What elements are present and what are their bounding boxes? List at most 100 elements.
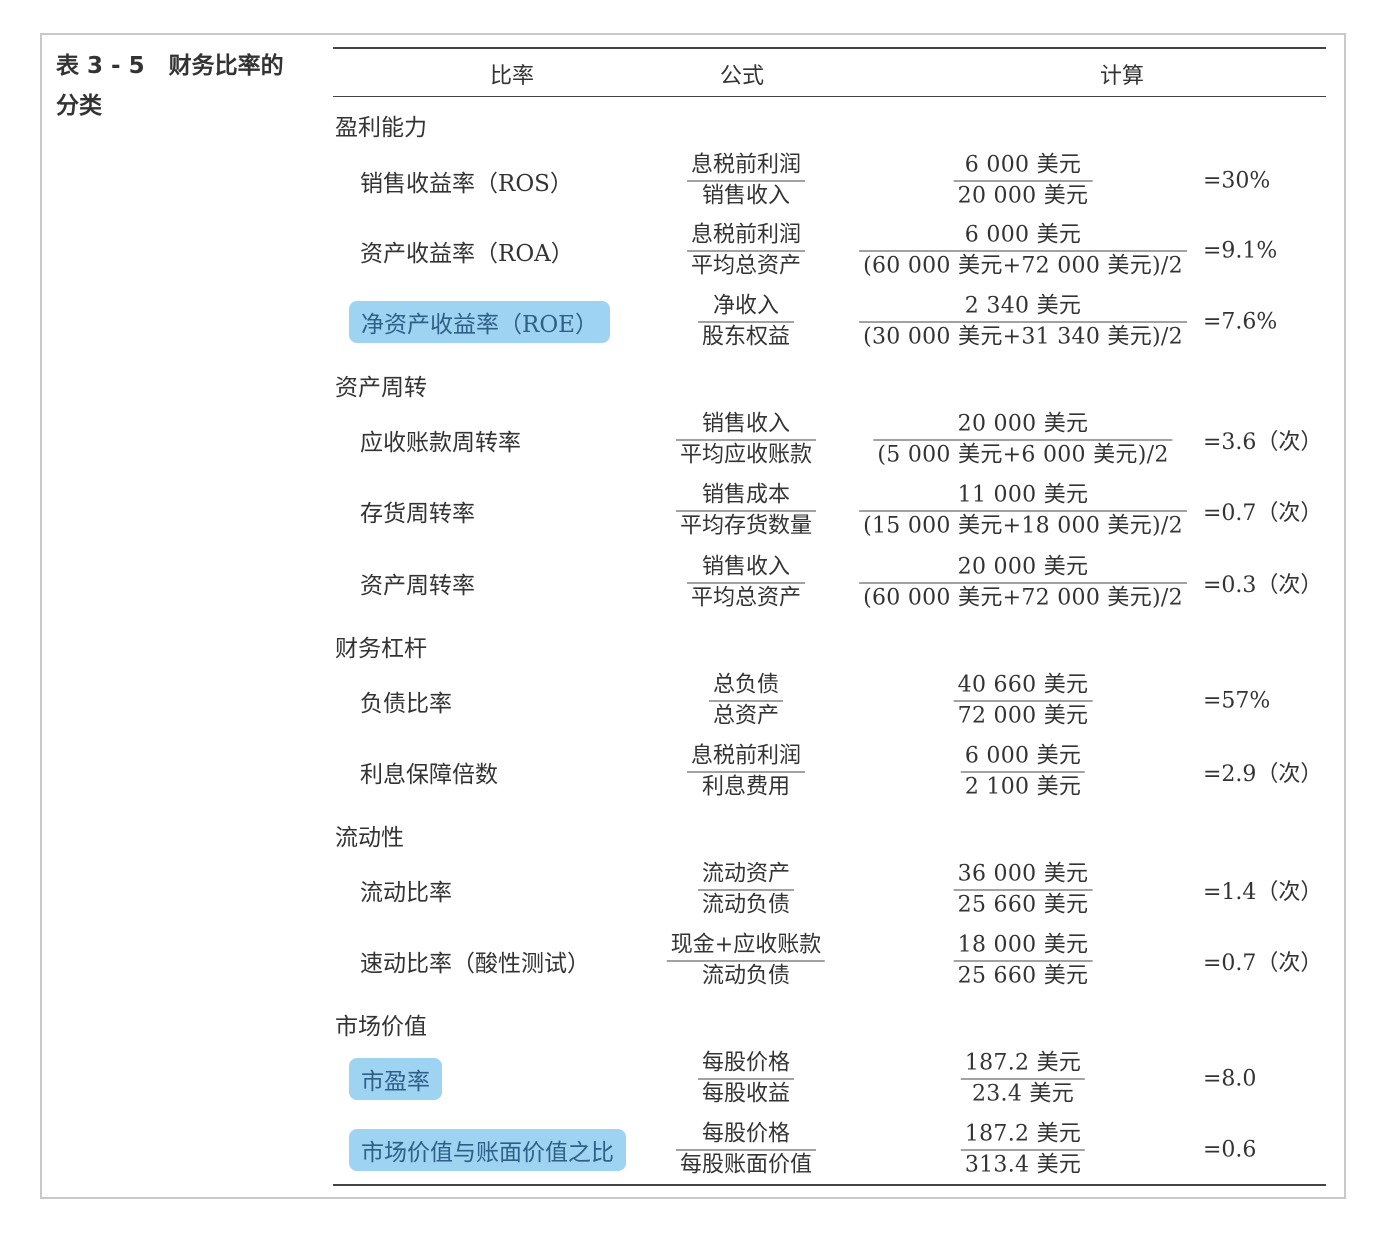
formula-numerator: 息税前利润 xyxy=(686,742,806,773)
calc-fraction: 36 000 美元 25 660 美元 xyxy=(953,860,1093,921)
formula-denominator: 平均存货数量 xyxy=(679,513,813,539)
ratio-name: 销售收益率（ROS） xyxy=(360,171,573,197)
calc-denominator: 2 100 美元 xyxy=(964,774,1082,800)
formula-numerator: 净收入 xyxy=(697,292,795,323)
calc-denominator: (30 000 美元+31 340 美元)/2 xyxy=(863,324,1183,350)
header-calc: 计算 xyxy=(1099,64,1145,89)
calc-numerator: 36 000 美元 xyxy=(953,860,1093,891)
calc-denominator: 72 000 美元 xyxy=(957,703,1089,729)
formula-denominator: 利息费用 xyxy=(701,774,791,800)
formula-fraction: 现金+应收账款 流动负债 xyxy=(666,931,826,992)
calc-numerator: 18 000 美元 xyxy=(953,931,1093,962)
calc-fraction: 6 000 美元 20 000 美元 xyxy=(953,151,1093,212)
calc-fraction: 2 340 美元 (30 000 美元+31 340 美元)/2 xyxy=(859,292,1187,353)
bottom-rule xyxy=(333,1184,1326,1186)
calc-numerator: 6 000 美元 xyxy=(953,151,1093,182)
formula-numerator: 息税前利润 xyxy=(686,221,806,252)
calc-result: =0.6 xyxy=(1203,1137,1257,1163)
calc-numerator: 20 000 美元 xyxy=(859,553,1187,584)
ratio-name: 市场价值与账面价值之比 xyxy=(349,1129,626,1171)
header-ratio: 比率 xyxy=(489,64,535,89)
calc-numerator: 187.2 美元 xyxy=(960,1120,1086,1151)
calc-denominator: 25 660 美元 xyxy=(957,963,1089,989)
ratio-name: 流动比率 xyxy=(360,880,452,906)
calc-denominator: 23.4 美元 xyxy=(971,1081,1075,1107)
formula-denominator: 每股收益 xyxy=(701,1081,791,1107)
header-formula: 公式 xyxy=(719,64,765,89)
calc-fraction: 6 000 美元 (60 000 美元+72 000 美元)/2 xyxy=(859,221,1187,282)
ratio-name: 负债比率 xyxy=(360,691,452,717)
calc-denominator: (60 000 美元+72 000 美元)/2 xyxy=(863,253,1183,279)
ratio-name: 资产周转率 xyxy=(360,573,475,599)
formula-denominator: 流动负债 xyxy=(701,892,791,918)
caption-line-1: 表 3 - 5 财务比率的 xyxy=(56,46,306,86)
section-title: 盈利能力 xyxy=(335,115,427,141)
calc-fraction: 20 000 美元 (60 000 美元+72 000 美元)/2 xyxy=(859,553,1187,614)
calc-fraction: 18 000 美元 25 660 美元 xyxy=(953,931,1093,992)
ratio-name: 净资产收益率（ROE） xyxy=(349,301,610,343)
formula-fraction: 销售收入 平均应收账款 xyxy=(675,410,817,471)
formula-numerator: 每股价格 xyxy=(675,1120,817,1151)
calc-denominator: (5 000 美元+6 000 美元)/2 xyxy=(877,442,1169,468)
calc-result: =8.0 xyxy=(1203,1066,1257,1092)
calc-fraction: 11 000 美元 (15 000 美元+18 000 美元)/2 xyxy=(859,481,1187,542)
caption-title-line2: 分类 xyxy=(56,93,102,119)
calc-denominator: (60 000 美元+72 000 美元)/2 xyxy=(863,585,1183,611)
formula-denominator: 平均总资产 xyxy=(690,585,802,611)
calc-denominator: 313.4 美元 xyxy=(964,1152,1082,1178)
ratio-name: 市盈率 xyxy=(349,1058,442,1100)
formula-numerator: 总负债 xyxy=(708,671,784,702)
formula-denominator: 流动负债 xyxy=(701,963,790,989)
formula-fraction: 净收入 股东权益 xyxy=(697,292,795,353)
formula-fraction: 销售收入 平均总资产 xyxy=(686,553,806,614)
ratio-name: 速动比率（酸性测试） xyxy=(360,951,590,977)
formula-fraction: 每股价格 每股收益 xyxy=(697,1049,795,1110)
calc-result: =57% xyxy=(1203,688,1271,714)
formula-denominator: 每股账面价值 xyxy=(679,1152,813,1178)
calc-numerator: 40 660 美元 xyxy=(953,671,1093,702)
calc-numerator: 6 000 美元 xyxy=(859,221,1187,252)
formula-denominator: 平均总资产 xyxy=(690,253,802,279)
ratio-name: 应收账款周转率 xyxy=(360,430,521,456)
calc-numerator: 187.2 美元 xyxy=(960,1049,1086,1080)
calc-fraction: 20 000 美元 (5 000 美元+6 000 美元)/2 xyxy=(873,410,1173,471)
section-title: 资产周转 xyxy=(335,375,427,401)
calc-result: =2.9（次） xyxy=(1203,762,1323,787)
calc-result: =0.7（次） xyxy=(1203,501,1323,526)
calc-denominator: (15 000 美元+18 000 美元)/2 xyxy=(863,513,1183,539)
calc-result: =30% xyxy=(1203,168,1271,194)
section-title: 流动性 xyxy=(335,825,404,851)
top-rule xyxy=(333,47,1326,49)
calc-fraction: 6 000 美元 2 100 美元 xyxy=(960,742,1086,803)
ratio-name: 存货周转率 xyxy=(360,501,475,527)
calc-denominator: 20 000 美元 xyxy=(957,183,1089,209)
calc-fraction: 187.2 美元 23.4 美元 xyxy=(960,1049,1086,1110)
formula-fraction: 息税前利润 销售收入 xyxy=(686,151,806,212)
formula-fraction: 流动资产 流动负债 xyxy=(697,860,795,921)
formula-fraction: 息税前利润 平均总资产 xyxy=(686,221,806,282)
formula-numerator: 每股价格 xyxy=(697,1049,795,1080)
ratio-name: 利息保障倍数 xyxy=(360,762,498,788)
formula-numerator: 销售收入 xyxy=(675,410,817,441)
table-caption: 表 3 - 5 财务比率的 分类 xyxy=(56,46,306,126)
caption-title-line1: 财务比率的 xyxy=(168,53,284,79)
calc-numerator: 20 000 美元 xyxy=(873,410,1173,441)
formula-numerator: 息税前利润 xyxy=(686,151,806,182)
ratio-name: 资产收益率（ROA） xyxy=(360,241,574,267)
formula-fraction: 息税前利润 利息费用 xyxy=(686,742,806,803)
formula-fraction: 总负债 总资产 xyxy=(708,671,784,732)
caption-label: 表 3 - 5 xyxy=(56,53,145,79)
calc-fraction: 40 660 美元 72 000 美元 xyxy=(953,671,1093,732)
calc-denominator: 25 660 美元 xyxy=(957,892,1089,918)
header-rule xyxy=(333,96,1326,97)
formula-numerator: 流动资产 xyxy=(697,860,795,891)
formula-denominator: 平均应收账款 xyxy=(679,442,813,468)
calc-numerator: 11 000 美元 xyxy=(859,481,1187,512)
calc-numerator: 2 340 美元 xyxy=(859,292,1187,323)
calc-fraction: 187.2 美元 313.4 美元 xyxy=(960,1120,1086,1181)
calc-result: =7.6% xyxy=(1203,309,1278,335)
section-title: 市场价值 xyxy=(335,1014,427,1040)
formula-numerator: 销售收入 xyxy=(686,553,806,584)
formula-fraction: 每股价格 每股账面价值 xyxy=(675,1120,817,1181)
calc-result: =1.4（次） xyxy=(1203,880,1323,905)
